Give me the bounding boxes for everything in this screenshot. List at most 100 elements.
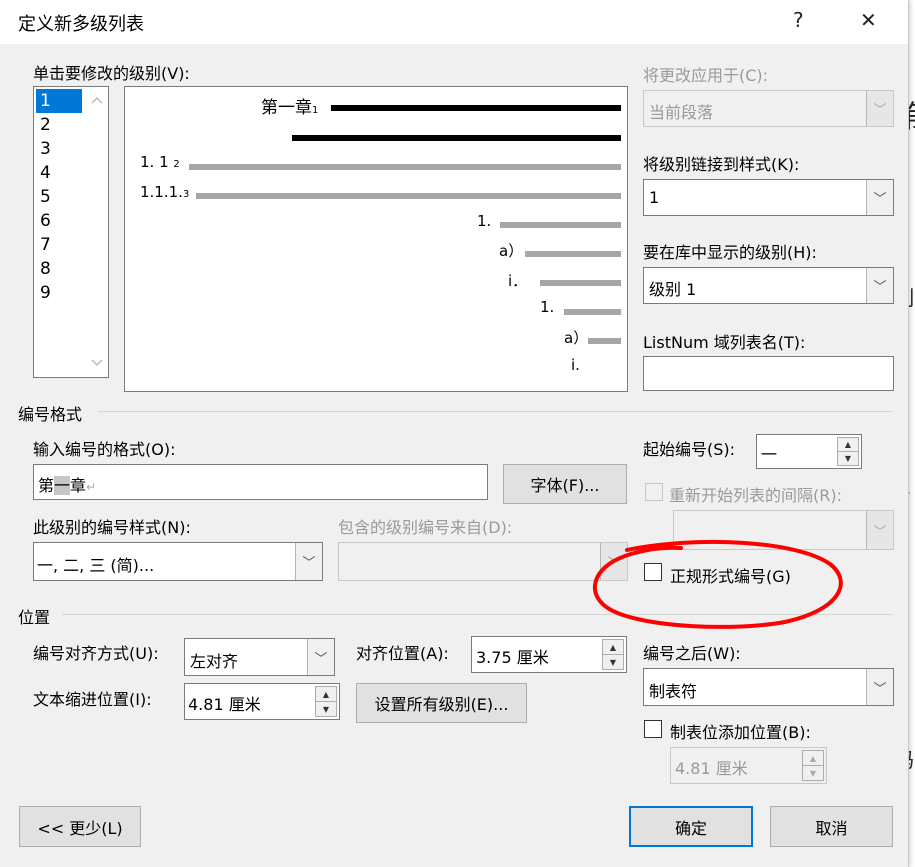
define-multilevel-list-dialog: 定义新多级列表 ? ✕ 单击要修改的级别(V): 1 2 3 4 5 6 7 8… bbox=[0, 0, 909, 867]
tab-stop-spinner[interactable]: 4.81 厘米 ▲ ▼ bbox=[670, 747, 827, 784]
preview-line bbox=[292, 135, 621, 141]
chevron-down-icon: ﹀ bbox=[866, 268, 893, 303]
preview-level-text: 1. bbox=[477, 212, 492, 230]
gallery-level-value: 级别 1 bbox=[649, 280, 697, 299]
chevron-down-icon: ﹀ bbox=[295, 543, 322, 580]
set-all-levels-button[interactable]: 设置所有级别(E)... bbox=[356, 683, 527, 723]
close-icon[interactable]: ✕ bbox=[860, 8, 877, 32]
dialog-title: 定义新多级列表 bbox=[18, 14, 144, 35]
preview-line bbox=[525, 251, 621, 257]
listnum-label: ListNum 域列表名(T): bbox=[643, 333, 806, 352]
preview-level-text: 1. bbox=[540, 298, 555, 316]
spinner-arrows[interactable]: ▲ ▼ bbox=[802, 750, 824, 781]
font-button[interactable]: 字体(F)... bbox=[503, 464, 627, 504]
preview-level-text: 第一章1 bbox=[261, 98, 319, 118]
chevron-down-icon: ﹀ bbox=[866, 91, 893, 126]
less-button[interactable]: << 更少(L) bbox=[19, 806, 141, 847]
level-item[interactable]: 7 bbox=[36, 233, 82, 257]
format-label: 输入编号的格式(O): bbox=[33, 440, 176, 459]
ok-button[interactable]: 确定 bbox=[629, 806, 753, 847]
chevron-down-icon: ﹀ bbox=[866, 511, 893, 549]
level-item[interactable]: 9 bbox=[36, 281, 82, 305]
gallery-level-dropdown[interactable]: 级别 1 ﹀ bbox=[643, 267, 894, 304]
spin-down-icon[interactable]: ▼ bbox=[602, 655, 624, 670]
level-item[interactable]: 6 bbox=[36, 209, 82, 233]
start-at-label: 起始编号(S): bbox=[643, 440, 736, 459]
text-indent-value: 4.81 厘米 bbox=[188, 695, 261, 714]
level-item[interactable]: 4 bbox=[36, 161, 82, 185]
aligned-at-value: 3.75 厘米 bbox=[476, 648, 549, 667]
scrollbar-arrows-icon bbox=[91, 96, 103, 367]
cancel-button[interactable]: 取消 bbox=[770, 806, 893, 847]
follow-number-dropdown[interactable]: 制表符 ﹀ bbox=[643, 668, 894, 706]
preview-level-text: 1.1.1.3 bbox=[140, 183, 190, 201]
title-bar: 定义新多级列表 ? ✕ bbox=[0, 0, 908, 44]
add-tab-stop-checkbox[interactable] bbox=[644, 720, 662, 738]
level-item[interactable]: 5 bbox=[36, 185, 82, 209]
spin-down-icon[interactable]: ▼ bbox=[315, 702, 337, 717]
spin-down-icon[interactable]: ▼ bbox=[837, 452, 859, 466]
restart-checkbox[interactable] bbox=[645, 483, 663, 501]
preview-line bbox=[331, 105, 621, 111]
list-preview: 第一章1 1. 1 2 1.1.1.3 1. a） i． 1. a） i. bbox=[124, 86, 628, 392]
preview-level-text: i. bbox=[571, 356, 580, 374]
preview-level-text: i． bbox=[508, 272, 528, 290]
spinner-arrows[interactable]: ▲ ▼ bbox=[837, 437, 859, 466]
apply-to-dropdown[interactable]: 当前段落 ﹀ bbox=[643, 90, 894, 127]
preview-line bbox=[189, 164, 621, 170]
text-indent-spinner[interactable]: 4.81 厘米 ▲ ▼ bbox=[184, 683, 340, 720]
chevron-down-icon: ﹀ bbox=[866, 180, 893, 215]
start-at-spinner[interactable]: 一 ▲ ▼ bbox=[756, 434, 862, 469]
preview-line bbox=[588, 338, 621, 344]
follow-number-label: 编号之后(W): bbox=[643, 644, 741, 663]
spin-up-icon[interactable]: ▲ bbox=[602, 639, 624, 655]
spinner-arrows[interactable]: ▲ ▼ bbox=[602, 639, 624, 670]
alignment-dropdown[interactable]: 左对齐 ﹀ bbox=[184, 638, 335, 676]
alignment-label: 编号对齐方式(U): bbox=[33, 644, 159, 663]
group-divider bbox=[98, 411, 893, 412]
preview-line bbox=[500, 222, 621, 228]
link-style-dropdown[interactable]: 1 ﹀ bbox=[643, 179, 894, 216]
apply-to-label: 将更改应用于(C): bbox=[643, 66, 769, 85]
aligned-at-spinner[interactable]: 3.75 厘米 ▲ ▼ bbox=[471, 636, 627, 673]
position-group-title: 位置 bbox=[18, 608, 51, 627]
follow-number-value: 制表符 bbox=[649, 682, 698, 701]
level-list-scrollbar[interactable] bbox=[86, 87, 108, 377]
preview-line bbox=[196, 193, 621, 199]
start-at-value: 一 bbox=[761, 445, 778, 464]
chevron-down-icon: ﹀ bbox=[866, 669, 893, 705]
level-item[interactable]: 1 bbox=[36, 89, 82, 113]
spin-up-icon[interactable]: ▲ bbox=[837, 437, 859, 452]
spin-up-icon[interactable]: ▲ bbox=[315, 686, 337, 702]
gallery-level-label: 要在库中显示的级别(H): bbox=[643, 243, 817, 262]
preview-level-text: a） bbox=[499, 242, 524, 260]
number-format-input[interactable]: 第一章↵ bbox=[33, 464, 488, 500]
level-item[interactable]: 3 bbox=[36, 137, 82, 161]
link-style-label: 将级别链接到样式(K): bbox=[643, 155, 800, 174]
level-list-label: 单击要修改的级别(V): bbox=[33, 64, 190, 83]
restart-label: 重新开始列表的间隔(R): bbox=[669, 486, 842, 505]
number-format-value: 第一章↵ bbox=[38, 476, 97, 495]
preview-level-text: a） bbox=[564, 329, 589, 347]
preview-level-text: 1. 1 2 bbox=[140, 153, 180, 171]
number-format-group-title: 编号格式 bbox=[18, 405, 83, 424]
spinner-arrows[interactable]: ▲ ▼ bbox=[315, 686, 337, 717]
number-style-label: 此级别的编号样式(N): bbox=[33, 518, 191, 537]
listnum-input[interactable] bbox=[643, 356, 894, 391]
level-list[interactable]: 1 2 3 4 5 6 7 8 9 bbox=[33, 86, 109, 378]
add-tab-stop-label: 制表位添加位置(B): bbox=[670, 723, 811, 742]
spin-down-icon[interactable]: ▼ bbox=[802, 766, 824, 781]
alignment-value: 左对齐 bbox=[190, 652, 239, 671]
text-indent-label: 文本缩进位置(I): bbox=[33, 690, 152, 709]
help-icon[interactable]: ? bbox=[793, 8, 804, 32]
apply-to-value: 当前段落 bbox=[649, 103, 714, 122]
preview-line bbox=[540, 280, 621, 286]
spin-up-icon[interactable]: ▲ bbox=[802, 750, 824, 766]
tab-stop-value: 4.81 厘米 bbox=[675, 759, 748, 778]
level-item[interactable]: 2 bbox=[36, 113, 82, 137]
number-style-dropdown[interactable]: 一, 二, 三 (简)... ﹀ bbox=[33, 542, 323, 581]
link-style-value: 1 bbox=[649, 188, 660, 207]
chevron-down-icon: ﹀ bbox=[307, 639, 334, 675]
level-item[interactable]: 8 bbox=[36, 257, 82, 281]
aligned-at-label: 对齐位置(A): bbox=[356, 644, 449, 663]
